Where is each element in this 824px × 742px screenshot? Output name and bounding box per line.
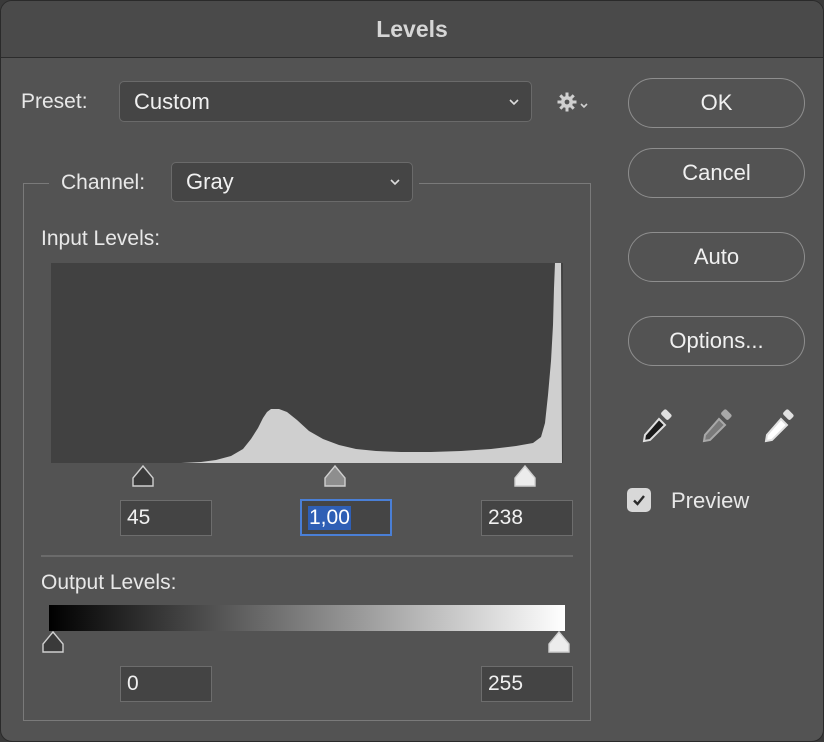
input-white-slider[interactable]	[513, 464, 537, 488]
white-point-eyedropper-icon[interactable]	[759, 407, 799, 447]
input-black-value: 45	[127, 506, 151, 529]
input-white-field[interactable]: 238	[481, 500, 573, 536]
chevron-down-icon	[509, 98, 519, 105]
output-black-value: 0	[127, 672, 139, 695]
input-gamma-slider[interactable]	[323, 464, 347, 488]
options-button-label: Options...	[669, 328, 764, 353]
input-white-value: 238	[488, 506, 524, 529]
preset-select[interactable]: Custom	[119, 81, 532, 122]
ok-button[interactable]: OK	[628, 78, 805, 128]
section-divider	[41, 555, 573, 557]
levels-dialog: Levels Preset: Custom Channel: Gray Inpu…	[0, 0, 824, 742]
output-black-slider[interactable]	[41, 630, 65, 654]
output-gradient-bar	[49, 605, 565, 631]
black-point-eyedropper-icon[interactable]	[637, 407, 677, 447]
gear-icon[interactable]	[557, 91, 591, 113]
dialog-title: Levels	[376, 15, 448, 42]
cancel-button-label: Cancel	[682, 160, 751, 185]
title-bar[interactable]: Levels	[1, 1, 823, 58]
preview-label[interactable]: Preview	[671, 488, 749, 514]
input-black-slider[interactable]	[131, 464, 155, 488]
input-gamma-value: 1,00	[308, 505, 351, 530]
channel-select[interactable]: Gray	[171, 162, 413, 202]
checkmark-icon	[633, 495, 645, 506]
options-button[interactable]: Options...	[628, 316, 805, 366]
preset-value: Custom	[134, 88, 210, 114]
input-levels-label: Input Levels:	[41, 227, 161, 250]
channel-value: Gray	[186, 169, 234, 194]
ok-button-label: OK	[700, 90, 733, 115]
gray-point-eyedropper-icon[interactable]	[697, 407, 737, 447]
histogram-graph	[51, 263, 562, 463]
output-levels-label: Output Levels:	[41, 571, 177, 594]
output-white-field[interactable]: 255	[481, 666, 573, 702]
auto-button-label: Auto	[693, 244, 740, 269]
preview-checkbox[interactable]	[627, 488, 651, 512]
histogram	[51, 263, 563, 463]
cancel-button[interactable]: Cancel	[628, 148, 805, 198]
channel-label: Channel:	[61, 171, 146, 194]
output-white-slider[interactable]	[547, 630, 571, 654]
input-gamma-field[interactable]: 1,00	[300, 499, 392, 536]
output-white-value: 255	[488, 672, 524, 695]
auto-button[interactable]: Auto	[628, 232, 805, 282]
chevron-down-icon	[390, 179, 400, 186]
preset-label: Preset:	[21, 90, 88, 113]
output-black-field[interactable]: 0	[120, 666, 212, 702]
input-black-field[interactable]: 45	[120, 500, 212, 536]
